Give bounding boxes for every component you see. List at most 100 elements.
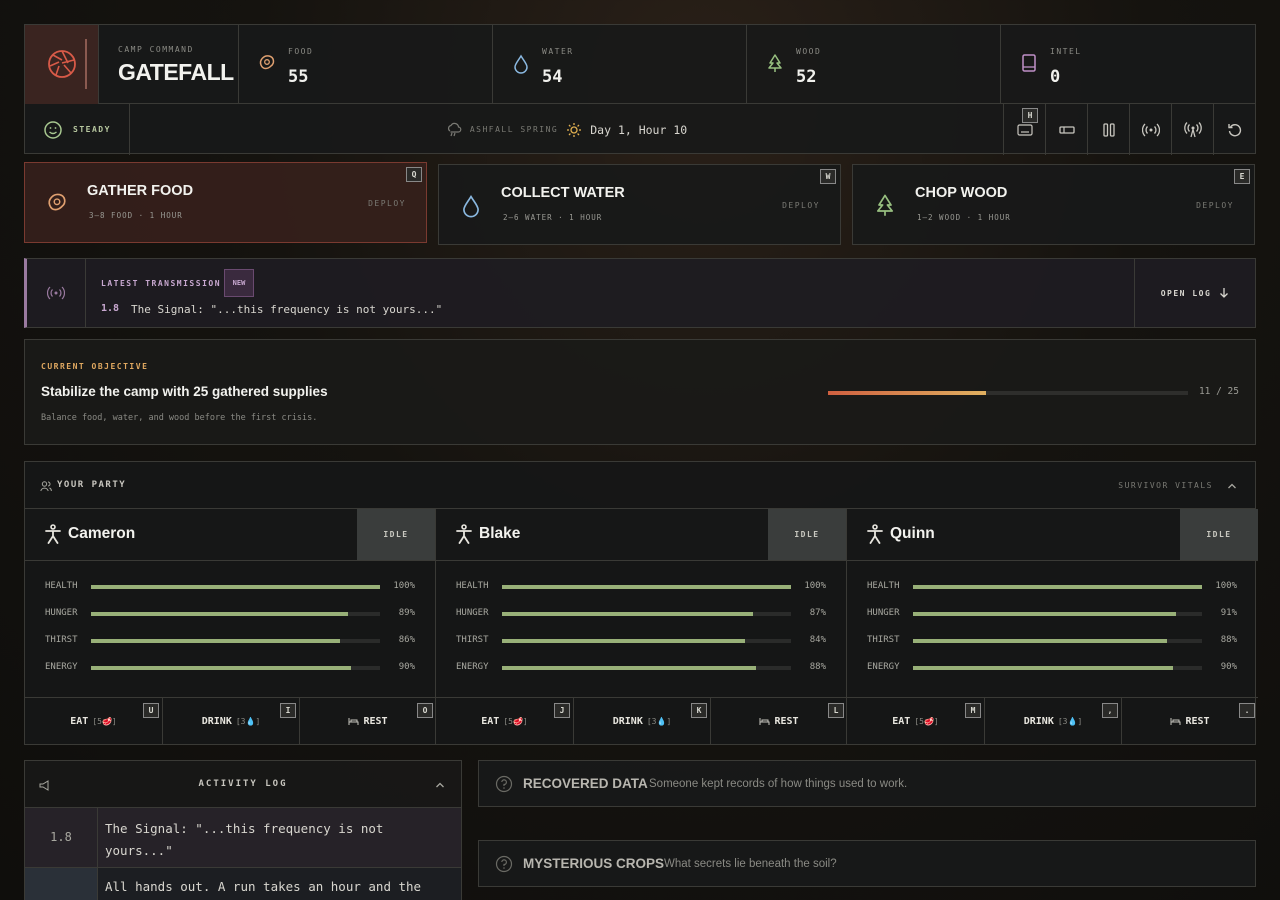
activity-log: ACTIVITY LOG 1.8 The Signal: "...this fr… bbox=[24, 760, 462, 900]
panel-title: RECOVERED DATA bbox=[523, 776, 648, 791]
stat-bar bbox=[502, 666, 791, 670]
stat-label: ENERGY bbox=[45, 662, 78, 672]
shortcut-key: . bbox=[1239, 703, 1255, 718]
stat-bar bbox=[913, 585, 1202, 589]
stat-value: 100% bbox=[1215, 581, 1237, 591]
resource-food: FOOD 55 bbox=[239, 25, 493, 103]
resource-water: WATER 54 bbox=[493, 25, 747, 103]
shortcut-key: O bbox=[417, 703, 433, 718]
stat-value: 91% bbox=[1220, 608, 1237, 618]
aperture-icon bbox=[48, 50, 76, 78]
stat-thirst: THIRST 88% bbox=[867, 635, 1237, 647]
antenna-button[interactable] bbox=[1171, 104, 1213, 155]
objective-title: Stabilize the camp with 25 gathered supp… bbox=[41, 384, 328, 399]
book-icon bbox=[1022, 54, 1036, 72]
open-log-button[interactable]: OPEN LOG bbox=[1134, 259, 1255, 327]
member-state-badge: IDLE bbox=[1180, 509, 1258, 560]
cloud-rain-icon bbox=[447, 122, 462, 136]
mysterious-crops-panel[interactable]: MYSTERIOUS CROPS What secrets lie beneat… bbox=[478, 840, 1256, 887]
panel-description: Someone kept records of how things used … bbox=[649, 778, 908, 790]
users-icon bbox=[40, 481, 52, 492]
latest-transmission: LATEST TRANSMISSION NEW 1.8 The Signal: … bbox=[24, 258, 1256, 328]
log-entry: All hands out. A run takes an hour and t… bbox=[25, 868, 461, 900]
camp-name: GATEFALL bbox=[118, 59, 234, 85]
rest-button[interactable]: REST O bbox=[299, 697, 436, 745]
shortcut-key: E bbox=[1234, 169, 1250, 184]
recovered-data-panel[interactable]: RECOVERED DATA Someone kept records of h… bbox=[478, 760, 1256, 807]
stat-bar bbox=[502, 639, 791, 643]
party-header[interactable]: YOUR PARTY SURVIVOR VITALS bbox=[25, 462, 1255, 509]
eat-button[interactable]: EAT [5🥩] M bbox=[847, 697, 984, 745]
intel-value: 0 bbox=[1050, 67, 1061, 87]
question-icon bbox=[495, 855, 513, 873]
chevron-up-icon bbox=[1228, 483, 1236, 489]
stat-value: 84% bbox=[809, 635, 826, 645]
stat-bar-fill bbox=[913, 666, 1174, 670]
member-state-badge: IDLE bbox=[768, 509, 846, 560]
member-name: Cameron bbox=[68, 525, 136, 542]
rest-button[interactable]: REST. bbox=[1121, 697, 1258, 745]
stat-value: 88% bbox=[1220, 635, 1237, 645]
stat-energy: ENERGY 90% bbox=[45, 662, 415, 674]
water-drop-icon bbox=[463, 194, 479, 218]
stat-hunger: HUNGER 87% bbox=[456, 608, 826, 620]
current-objective: CURRENT OBJECTIVE Stabilize the camp wit… bbox=[24, 339, 1256, 445]
objective-count: 11 / 25 bbox=[1198, 386, 1239, 397]
stat-label: HUNGER bbox=[45, 608, 78, 618]
eat-button[interactable]: EAT [5🥩] U bbox=[25, 697, 162, 745]
collect-water-button[interactable]: COLLECT WATER 2–6 WATER · 1 HOUR DEPLOY … bbox=[438, 164, 841, 245]
reset-button[interactable] bbox=[1213, 104, 1255, 155]
panel-title: MYSTERIOUS CROPS bbox=[523, 856, 665, 871]
chop-wood-button[interactable]: CHOP WOOD 1–2 WOOD · 1 HOUR DEPLOY E bbox=[852, 164, 1255, 245]
drink-button[interactable]: DRINK [3💧], bbox=[984, 697, 1121, 745]
stat-bar-fill bbox=[502, 612, 754, 616]
member-state-badge: IDLE bbox=[357, 509, 435, 560]
person-icon bbox=[867, 524, 883, 544]
camp-logo bbox=[25, 25, 99, 104]
question-icon bbox=[495, 775, 513, 793]
new-badge: NEW bbox=[224, 269, 254, 297]
transmission-number: 1.8 bbox=[101, 303, 120, 314]
tree-icon bbox=[768, 54, 782, 72]
shortcut-key: I bbox=[280, 703, 296, 718]
stat-energy: ENERGY 90% bbox=[867, 662, 1237, 674]
stat-value: 90% bbox=[398, 662, 415, 672]
activity-log-header[interactable]: ACTIVITY LOG bbox=[25, 761, 461, 808]
stat-bar-fill bbox=[913, 612, 1176, 616]
member-header: Blake IDLE bbox=[436, 509, 846, 561]
signal-button[interactable] bbox=[1129, 104, 1171, 155]
pause-button[interactable] bbox=[1087, 104, 1129, 155]
transmission-label: LATEST TRANSMISSION bbox=[101, 279, 222, 288]
drink-button[interactable]: DRINK [3💧] K bbox=[573, 697, 710, 745]
keyboard-shortcuts-button[interactable]: H bbox=[1003, 104, 1045, 155]
bed-icon bbox=[759, 718, 770, 725]
member-name: Quinn bbox=[890, 525, 935, 542]
morale-status: STEADY bbox=[25, 104, 130, 155]
party-member-card: Blake IDLE HEALTH 100% HUNGER 87% THIRST 84% ENE… bbox=[436, 509, 847, 745]
wood-value: 52 bbox=[796, 67, 817, 87]
shortcut-key: Q bbox=[406, 167, 422, 182]
stat-label: HUNGER bbox=[867, 608, 900, 618]
tree-icon bbox=[876, 194, 894, 216]
stat-label: HUNGER bbox=[456, 608, 489, 618]
rest-button[interactable]: REST L bbox=[710, 697, 847, 745]
party-label: YOUR PARTY bbox=[57, 480, 127, 490]
activity-log-label: ACTIVITY LOG bbox=[198, 779, 288, 789]
stat-bar bbox=[91, 612, 380, 616]
bed-icon bbox=[348, 718, 359, 725]
gather-food-button[interactable]: GATHER FOOD 3–8 FOOD · 1 HOUR DEPLOY Q bbox=[24, 162, 427, 243]
stat-value: 90% bbox=[1220, 662, 1237, 672]
stat-bar-fill bbox=[91, 639, 340, 643]
party-member-card: Cameron IDLE HEALTH 100% HUNGER 89% THIRST 86% E… bbox=[25, 509, 436, 745]
eat-button[interactable]: EAT [5🥩] J bbox=[436, 697, 573, 745]
stat-label: THIRST bbox=[456, 635, 489, 645]
objective-progress-bar bbox=[828, 391, 1188, 395]
stat-bar bbox=[91, 585, 380, 589]
stat-label: THIRST bbox=[867, 635, 900, 645]
arrow-down-icon bbox=[1220, 288, 1229, 298]
stat-label: ENERGY bbox=[456, 662, 489, 672]
drink-button[interactable]: DRINK [3💧] I bbox=[162, 697, 299, 745]
stat-bar bbox=[502, 585, 791, 589]
camp-label: CAMP COMMAND bbox=[118, 45, 194, 54]
speed-button[interactable] bbox=[1045, 104, 1087, 155]
